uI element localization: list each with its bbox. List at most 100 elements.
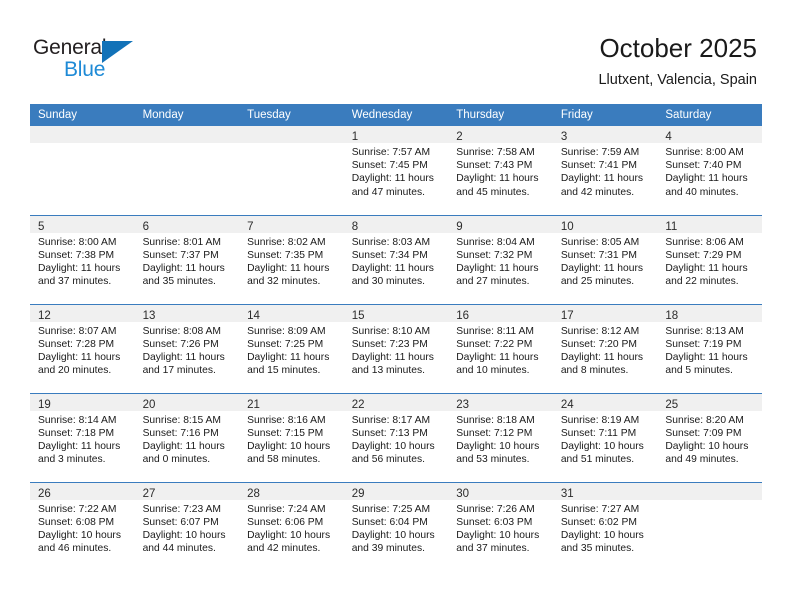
daylight-text-line2: and 22 minutes. bbox=[665, 276, 739, 288]
calendar-day-cell[interactable]: 9 Sunrise: 8:04 AM Sunset: 7:32 PM Daylight… bbox=[448, 214, 553, 304]
day-cell-inner: 7 Sunrise: 8:02 AM Sunset: 7:35 PM Daylight… bbox=[239, 215, 344, 304]
calendar-day-cell[interactable]: 23 Sunrise: 8:18 AM Sunset: 7:12 PM Dayligh… bbox=[448, 392, 553, 482]
day-number: 31 bbox=[560, 487, 574, 500]
day-number: 2 bbox=[456, 131, 463, 143]
day-cell-inner bbox=[134, 126, 240, 214]
day-cell-inner bbox=[239, 126, 344, 214]
daylight-text-line1: Daylight: 11 hours bbox=[38, 351, 121, 363]
day-number-strip: 26 bbox=[30, 482, 135, 500]
calendar-week-row: 12 Sunrise: 8:07 AM Sunset: 7:28 PM Dayligh… bbox=[30, 303, 762, 393]
calendar-day-cell[interactable]: 2 Sunrise: 7:58 AM Sunset: 7:43 PM Daylight… bbox=[448, 126, 553, 215]
daylight-text-line1: Daylight: 11 hours bbox=[142, 262, 225, 274]
sunrise-text: Sunrise: 7:58 AM bbox=[456, 147, 535, 158]
day-details: Sunrise: 8:15 AM Sunset: 7:16 PM Daylight:… bbox=[135, 411, 240, 467]
calendar-day-cell[interactable]: 26 Sunrise: 7:22 AM Sunset: 6:08 PM Dayligh… bbox=[30, 481, 135, 571]
day-cell-inner: 13 Sunrise: 8:08 AM Sunset: 7:26 PM Dayligh… bbox=[134, 304, 240, 393]
daylight-text-line1: Daylight: 10 hours bbox=[247, 440, 331, 452]
calendar-day-cell[interactable]: 21 Sunrise: 8:16 AM Sunset: 7:15 PM Dayligh… bbox=[239, 392, 344, 482]
daylight-text-line2: and 32 minutes. bbox=[247, 276, 321, 288]
calendar-day-cell[interactable]: 25 Sunrise: 8:20 AM Sunset: 7:09 PM Dayligh… bbox=[657, 392, 762, 482]
sunset-text: Sunset: 7:15 PM bbox=[247, 427, 324, 439]
calendar-day-cell-empty bbox=[30, 126, 135, 215]
day-number: 11 bbox=[665, 220, 678, 233]
sunrise-text: Sunrise: 8:06 AM bbox=[665, 236, 744, 248]
sunrise-text: Sunrise: 8:15 AM bbox=[142, 414, 221, 426]
day-details: Sunrise: 8:14 AM Sunset: 7:18 PM Daylight:… bbox=[30, 411, 135, 467]
day-number: 9 bbox=[456, 220, 463, 233]
calendar-day-cell[interactable]: 12 Sunrise: 8:07 AM Sunset: 7:28 PM Dayligh… bbox=[30, 303, 135, 393]
day-number: 20 bbox=[142, 398, 156, 411]
day-cell-inner: 24 Sunrise: 8:19 AM Sunset: 7:11 PM Dayligh… bbox=[552, 393, 658, 482]
day-details: Sunrise: 8:16 AM Sunset: 7:15 PM Daylight:… bbox=[239, 411, 344, 467]
daylight-text-line2: and 20 minutes. bbox=[38, 365, 112, 377]
day-number-strip bbox=[657, 482, 762, 500]
day-number: 12 bbox=[38, 309, 51, 322]
calendar-day-cell[interactable]: 13 Sunrise: 8:08 AM Sunset: 7:26 PM Dayligh… bbox=[134, 303, 240, 393]
sunrise-text: Sunrise: 7:27 AM bbox=[560, 503, 640, 515]
day-number-strip: 2 bbox=[448, 126, 553, 143]
day-cell-inner: 3 Sunrise: 7:59 AM Sunset: 7:41 PM Daylight… bbox=[552, 126, 658, 214]
calendar-day-cell[interactable]: 29 Sunrise: 7:25 AM Sunset: 6:04 PM Dayligh… bbox=[343, 481, 449, 571]
calendar-day-cell[interactable]: 17 Sunrise: 8:12 AM Sunset: 7:20 PM Dayligh… bbox=[552, 303, 658, 393]
calendar-day-cell[interactable]: 27 Sunrise: 7:23 AM Sunset: 6:07 PM Dayligh… bbox=[134, 481, 240, 571]
day-cell-inner: 8 Sunrise: 8:03 AM Sunset: 7:34 PM Daylight… bbox=[343, 215, 449, 304]
calendar-day-cell[interactable]: 30 Sunrise: 7:26 AM Sunset: 6:03 PM Dayligh… bbox=[448, 481, 553, 571]
calendar-day-cell[interactable]: 7 Sunrise: 8:02 AM Sunset: 7:35 PM Daylight… bbox=[239, 214, 344, 304]
sunset-text: Sunset: 7:19 PM bbox=[665, 338, 742, 350]
sunrise-text: Sunrise: 8:19 AM bbox=[560, 414, 640, 426]
day-details: Sunrise: 8:00 AM Sunset: 7:40 PM Daylight:… bbox=[657, 143, 762, 199]
calendar-day-cell[interactable]: 14 Sunrise: 8:09 AM Sunset: 7:25 PM Dayligh… bbox=[239, 303, 344, 393]
weekday-header-monday: Monday bbox=[134, 104, 240, 126]
daylight-text-line2: and 42 minutes. bbox=[247, 543, 321, 555]
day-number-strip bbox=[30, 126, 135, 143]
daylight-text-line2: and 35 minutes. bbox=[560, 543, 635, 555]
day-cell-inner: 26 Sunrise: 7:22 AM Sunset: 6:08 PM Dayligh… bbox=[30, 482, 135, 571]
day-number: 30 bbox=[456, 487, 470, 500]
day-number-strip: 19 bbox=[30, 393, 135, 411]
day-number-strip: 9 bbox=[448, 215, 553, 233]
daylight-text-line2: and 3 minutes. bbox=[38, 454, 106, 466]
day-details: Sunrise: 8:04 AM Sunset: 7:32 PM Daylight:… bbox=[448, 233, 553, 289]
daylight-text-line1: Daylight: 11 hours bbox=[456, 262, 539, 274]
daylight-text-line2: and 53 minutes. bbox=[456, 454, 530, 466]
calendar-day-cell[interactable]: 1 Sunrise: 7:57 AM Sunset: 7:45 PM Daylight… bbox=[343, 126, 449, 215]
calendar-day-cell[interactable]: 19 Sunrise: 8:14 AM Sunset: 7:18 PM Dayligh… bbox=[30, 392, 135, 482]
calendar-day-cell[interactable]: 24 Sunrise: 8:19 AM Sunset: 7:11 PM Dayligh… bbox=[552, 392, 658, 482]
day-details: Sunrise: 8:06 AM Sunset: 7:29 PM Daylight:… bbox=[657, 233, 762, 289]
sunset-text: Sunset: 7:20 PM bbox=[560, 338, 637, 350]
daylight-text-line2: and 5 minutes. bbox=[665, 365, 733, 377]
day-cell-inner: 11 Sunrise: 8:06 AM Sunset: 7:29 PM Dayligh… bbox=[657, 215, 762, 304]
calendar-day-cell[interactable]: 4 Sunrise: 8:00 AM Sunset: 7:40 PM Daylight… bbox=[657, 126, 762, 215]
calendar-day-cell[interactable]: 15 Sunrise: 8:10 AM Sunset: 7:23 PM Dayligh… bbox=[343, 303, 449, 393]
day-details: Sunrise: 7:58 AM Sunset: 7:43 PM Daylight:… bbox=[448, 143, 553, 199]
day-number: 6 bbox=[142, 220, 149, 233]
calendar-day-cell[interactable]: 10 Sunrise: 8:05 AM Sunset: 7:31 PM Dayligh… bbox=[552, 214, 658, 304]
sunrise-text: Sunrise: 8:09 AM bbox=[247, 325, 326, 337]
daylight-text-line1: Daylight: 11 hours bbox=[560, 173, 644, 185]
daylight-text-line1: Daylight: 11 hours bbox=[142, 440, 225, 452]
sunrise-text: Sunrise: 8:02 AM bbox=[247, 236, 326, 248]
calendar-day-cell[interactable]: 18 Sunrise: 8:13 AM Sunset: 7:19 PM Dayligh… bbox=[657, 303, 762, 393]
calendar-day-cell[interactable]: 22 Sunrise: 8:17 AM Sunset: 7:13 PM Dayligh… bbox=[343, 392, 449, 482]
daylight-text-line2: and 40 minutes. bbox=[665, 186, 739, 198]
day-details: Sunrise: 8:01 AM Sunset: 7:37 PM Daylight:… bbox=[135, 233, 240, 289]
page-subtitle-location: Llutxent, Valencia, Spain bbox=[598, 72, 757, 88]
daylight-text-line2: and 42 minutes. bbox=[560, 186, 635, 198]
daylight-text-line2: and 51 minutes. bbox=[560, 454, 635, 466]
day-number: 14 bbox=[247, 309, 260, 322]
calendar-day-cell[interactable]: 5 Sunrise: 8:00 AM Sunset: 7:38 PM Daylight… bbox=[30, 214, 135, 304]
day-number-strip: 21 bbox=[239, 393, 344, 411]
calendar-day-cell[interactable]: 11 Sunrise: 8:06 AM Sunset: 7:29 PM Dayligh… bbox=[657, 214, 762, 304]
calendar-day-cell[interactable]: 20 Sunrise: 8:15 AM Sunset: 7:16 PM Dayligh… bbox=[134, 392, 240, 482]
calendar-day-cell[interactable]: 16 Sunrise: 8:11 AM Sunset: 7:22 PM Dayligh… bbox=[448, 303, 553, 393]
daylight-text-line1: Daylight: 10 hours bbox=[665, 440, 749, 452]
day-details: Sunrise: 8:10 AM Sunset: 7:23 PM Daylight:… bbox=[344, 322, 449, 378]
calendar-day-cell[interactable]: 6 Sunrise: 8:01 AM Sunset: 7:37 PM Daylight… bbox=[134, 214, 240, 304]
calendar-day-cell[interactable]: 8 Sunrise: 8:03 AM Sunset: 7:34 PM Daylight… bbox=[343, 214, 449, 304]
logo-text-blue: Blue bbox=[64, 58, 106, 81]
calendar-day-cell[interactable]: 28 Sunrise: 7:24 AM Sunset: 6:06 PM Dayligh… bbox=[239, 481, 344, 571]
daylight-text-line1: Daylight: 11 hours bbox=[38, 262, 121, 274]
day-details: Sunrise: 7:59 AM Sunset: 7:41 PM Daylight:… bbox=[553, 143, 658, 199]
calendar-day-cell[interactable]: 31 Sunrise: 7:27 AM Sunset: 6:02 PM Dayligh… bbox=[552, 481, 658, 571]
calendar-day-cell[interactable]: 3 Sunrise: 7:59 AM Sunset: 7:41 PM Daylight… bbox=[552, 126, 658, 215]
